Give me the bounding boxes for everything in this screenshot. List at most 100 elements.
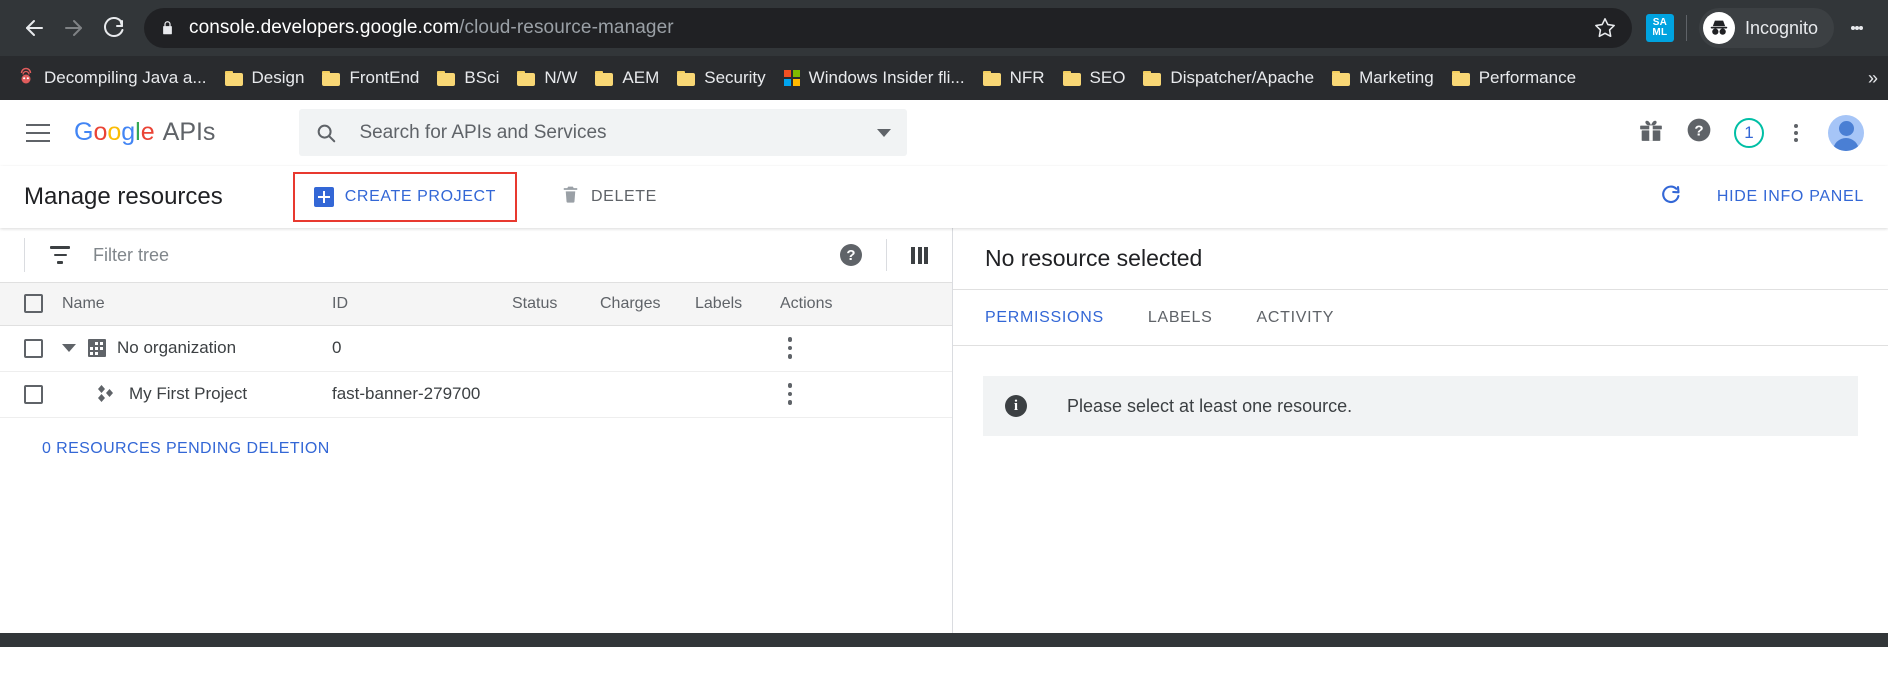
folder-icon bbox=[1143, 70, 1162, 86]
saml-line-2: ML bbox=[1652, 27, 1668, 38]
folder-icon bbox=[322, 70, 341, 86]
bookmark-item[interactable]: SEO bbox=[1054, 62, 1135, 94]
bookmark-item[interactable]: NFR bbox=[974, 62, 1054, 94]
resources-table: Name ID Status Charges Labels Actions No… bbox=[0, 283, 952, 418]
folder-icon bbox=[677, 70, 696, 86]
delete-button[interactable]: DELETE bbox=[551, 176, 667, 218]
row-menu-icon[interactable] bbox=[780, 381, 800, 407]
bookmark-label: NFR bbox=[1009, 68, 1045, 87]
bookmarks-overflow-icon[interactable]: » bbox=[1868, 68, 1878, 89]
filter-tree-input[interactable]: Filter tree bbox=[93, 245, 169, 266]
bug-icon bbox=[17, 67, 35, 90]
windows-icon bbox=[783, 70, 800, 86]
back-icon[interactable] bbox=[14, 8, 54, 48]
action-bar: Manage resources CREATE PROJECT DELETE H… bbox=[0, 166, 1888, 228]
reload-icon[interactable] bbox=[94, 8, 134, 48]
resource-tree-pane: Filter tree ? Name ID Status Charges Lab… bbox=[0, 228, 953, 633]
column-header-id[interactable]: ID bbox=[332, 283, 512, 326]
search-input[interactable]: Search for APIs and Services bbox=[299, 109, 908, 156]
column-header-status[interactable]: Status bbox=[512, 283, 600, 326]
app-header: Google APIs Search for APIs and Services … bbox=[0, 100, 1888, 166]
gift-icon[interactable] bbox=[1638, 117, 1664, 148]
plus-square-icon bbox=[313, 187, 334, 207]
chevron-down-icon[interactable] bbox=[877, 128, 892, 137]
action-bar-right: HIDE INFO PANEL bbox=[1659, 183, 1864, 212]
create-project-highlight: CREATE PROJECT bbox=[292, 172, 518, 222]
star-icon[interactable] bbox=[1584, 17, 1616, 39]
tab-permissions[interactable]: PERMISSIONS bbox=[985, 309, 1104, 327]
row-labels-cell bbox=[695, 325, 780, 371]
google-apis-logo[interactable]: Google APIs bbox=[74, 118, 215, 147]
tab-labels[interactable]: LABELS bbox=[1148, 309, 1213, 327]
logo-letter: g bbox=[121, 118, 136, 146]
notification-badge[interactable]: 1 bbox=[1734, 117, 1764, 148]
row-charges-cell bbox=[600, 325, 695, 371]
bookmark-item[interactable]: Windows Insider fli... bbox=[775, 62, 974, 94]
caret-down-icon[interactable] bbox=[62, 344, 76, 352]
forward-icon[interactable] bbox=[54, 8, 94, 48]
bookmark-item[interactable]: N/W bbox=[508, 62, 586, 94]
browser-chrome: console.developers.google.com/cloud-reso… bbox=[0, 0, 1888, 100]
bookmark-item[interactable]: Design bbox=[216, 62, 314, 94]
incognito-icon bbox=[1702, 12, 1735, 44]
bookmark-item[interactable]: Decompiling Java a... bbox=[8, 62, 216, 94]
hide-info-panel-button[interactable]: HIDE INFO PANEL bbox=[1717, 188, 1864, 206]
row-name-text: No organization bbox=[117, 338, 237, 357]
table-header-row: Name ID Status Charges Labels Actions bbox=[0, 283, 952, 326]
header-actions: ? 1 bbox=[1638, 114, 1870, 151]
logo-letter: o bbox=[107, 118, 122, 146]
table-row[interactable]: No organization 0 bbox=[0, 325, 952, 371]
bookmark-label: Dispatcher/Apache bbox=[1170, 68, 1315, 87]
bookmark-item[interactable]: FrontEnd bbox=[313, 62, 428, 94]
bookmark-label: Design bbox=[251, 68, 305, 87]
search-icon bbox=[315, 122, 337, 144]
trash-icon bbox=[561, 184, 580, 210]
filter-icon[interactable] bbox=[49, 246, 71, 264]
bookmark-label: BSci bbox=[464, 68, 500, 87]
column-header-name[interactable]: Name bbox=[62, 283, 332, 326]
bookmark-item[interactable]: Marketing bbox=[1323, 62, 1443, 94]
folder-icon bbox=[982, 70, 1001, 86]
select-all-checkbox[interactable] bbox=[24, 294, 43, 314]
url-text: console.developers.google.com/cloud-reso… bbox=[189, 17, 674, 39]
bookmark-item[interactable]: AEM bbox=[586, 62, 668, 94]
info-notice: i Please select at least one resource. bbox=[983, 376, 1858, 436]
filter-divider bbox=[24, 238, 25, 272]
columns-icon[interactable] bbox=[911, 246, 928, 264]
column-header-charges[interactable]: Charges bbox=[600, 283, 695, 326]
browser-menu-icon[interactable] bbox=[1840, 8, 1874, 48]
pending-deletion-link[interactable]: 0 RESOURCES PENDING DELETION bbox=[0, 418, 952, 458]
tab-activity[interactable]: ACTIVITY bbox=[1257, 309, 1335, 327]
incognito-profile-button[interactable]: Incognito bbox=[1698, 8, 1834, 48]
row-menu-icon[interactable] bbox=[780, 335, 800, 361]
refresh-icon[interactable] bbox=[1659, 183, 1683, 212]
row-checkbox[interactable] bbox=[24, 338, 43, 358]
bookmark-item[interactable]: BSci bbox=[428, 62, 508, 94]
address-bar[interactable]: console.developers.google.com/cloud-reso… bbox=[144, 8, 1632, 48]
saml-extension-icon[interactable]: SA ML bbox=[1645, 14, 1674, 42]
bookmarks-bar: Decompiling Java a... Design FrontEnd BS… bbox=[0, 56, 1888, 100]
table-header: Name ID Status Charges Labels Actions bbox=[0, 283, 952, 326]
help-circle-icon[interactable]: ? bbox=[840, 244, 862, 266]
avatar[interactable] bbox=[1828, 114, 1864, 151]
filter-bar-actions: ? bbox=[840, 239, 952, 271]
bookmark-label: SEO bbox=[1089, 68, 1126, 87]
hamburger-menu-icon[interactable] bbox=[18, 113, 58, 153]
folder-icon bbox=[517, 70, 536, 86]
folder-icon bbox=[437, 70, 456, 86]
row-checkbox[interactable] bbox=[24, 384, 43, 404]
row-charges-cell bbox=[600, 371, 695, 417]
bookmark-item[interactable]: Performance bbox=[1443, 62, 1585, 94]
header-kebab-icon[interactable] bbox=[1786, 119, 1806, 147]
column-header-labels[interactable]: Labels bbox=[695, 283, 780, 326]
bookmark-item[interactable]: Security bbox=[668, 62, 774, 94]
info-notice-text: Please select at least one resource. bbox=[1067, 395, 1353, 416]
bookmark-item[interactable]: Dispatcher/Apache bbox=[1134, 62, 1323, 94]
row-actions-cell bbox=[780, 325, 952, 371]
row-labels-cell bbox=[695, 371, 780, 417]
table-row[interactable]: My First Project fast-banner-279700 bbox=[0, 371, 952, 417]
row-id-cell: 0 bbox=[332, 338, 342, 357]
info-panel-body: i Please select at least one resource. bbox=[953, 346, 1888, 436]
help-circle-icon[interactable]: ? bbox=[1686, 117, 1712, 148]
create-project-button[interactable]: CREATE PROJECT bbox=[304, 179, 506, 215]
